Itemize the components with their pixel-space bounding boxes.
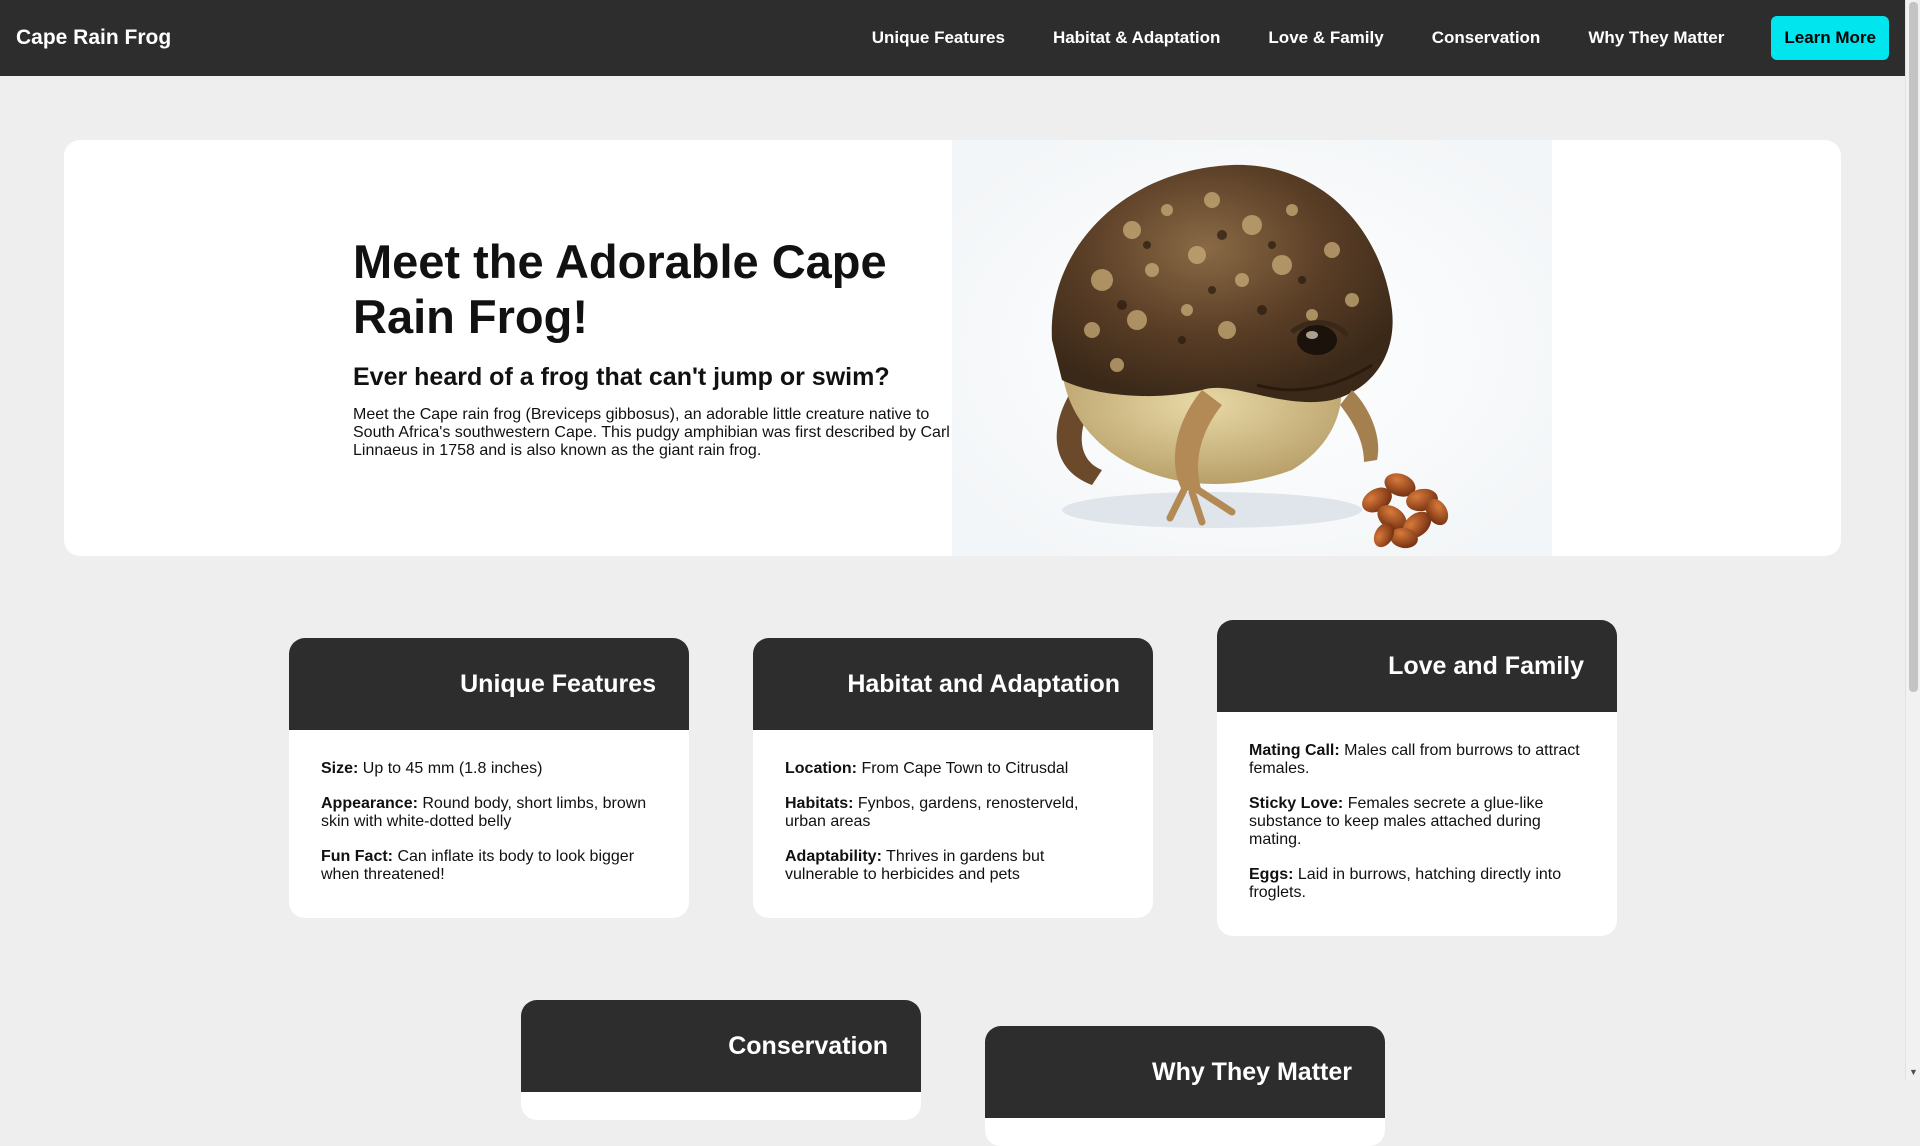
card-header: Love and Family xyxy=(1217,620,1617,712)
hero-subtitle: Ever heard of a frog that can't jump or … xyxy=(353,363,890,391)
top-navbar: Cape Rain Frog Unique Features Habitat &… xyxy=(0,0,1905,76)
cape-rain-frog-image xyxy=(952,140,1552,556)
fact-eggs: Eggs: Laid in burrows, hatching directly… xyxy=(1249,866,1562,901)
fact-fun-fact: Fun Fact: Can inflate its body to look b… xyxy=(321,848,635,883)
hero-text: Meet the Adorable Cape Rain Frog! Ever h… xyxy=(353,234,973,460)
fact-sticky-love: Sticky Love: Females secrete a glue-like… xyxy=(1249,795,1544,848)
card-title: Conservation xyxy=(728,1031,888,1060)
scroll-down-arrow-icon[interactable]: ▼ xyxy=(1908,1067,1919,1078)
page-scrollbar[interactable]: ▼ xyxy=(1905,0,1920,1080)
card-body: Mating Call: Males call from burrows to … xyxy=(1217,712,1617,929)
scrollbar-thumb[interactable] xyxy=(1909,2,1918,692)
card-body: Size: Up to 45 mm (1.8 inches) Appearanc… xyxy=(289,730,689,911)
fact-size: Size: Up to 45 mm (1.8 inches) xyxy=(321,760,543,777)
card-conservation: Conservation xyxy=(521,1000,921,1120)
fact-location: Location: From Cape Town to Citrusdal xyxy=(785,760,1069,777)
nav-link-unique-features[interactable]: Unique Features xyxy=(872,28,1005,48)
card-body: Location: From Cape Town to Citrusdal Ha… xyxy=(753,730,1153,911)
card-title: Why They Matter xyxy=(1151,1057,1352,1086)
card-habitat-adaptation: Habitat and Adaptation Location: From Ca… xyxy=(753,638,1153,918)
site-brand[interactable]: Cape Rain Frog xyxy=(16,26,171,50)
fact-mating-call: Mating Call: Males call from burrows to … xyxy=(1249,742,1580,777)
fact-appearance: Appearance: Round body, short limbs, bro… xyxy=(321,795,647,830)
hero-description: Meet the Cape rain frog (Breviceps gibbo… xyxy=(353,406,950,459)
fact-adaptability: Adaptability: Thrives in gardens but vul… xyxy=(785,848,1045,883)
card-love-family: Love and Family Mating Call: Males call … xyxy=(1217,620,1617,936)
card-header: Why They Matter xyxy=(985,1026,1385,1118)
nav-link-habitat-adaptation[interactable]: Habitat & Adaptation xyxy=(1053,28,1220,48)
card-title: Unique Features xyxy=(460,669,656,698)
hero-section: Meet the Adorable Cape Rain Frog! Ever h… xyxy=(64,140,1841,556)
fact-habitats: Habitats: Fynbos, gardens, renosterveld,… xyxy=(785,795,1079,830)
card-unique-features: Unique Features Size: Up to 45 mm (1.8 i… xyxy=(289,638,689,918)
nav-link-love-family[interactable]: Love & Family xyxy=(1268,28,1383,48)
card-header: Habitat and Adaptation xyxy=(753,638,1153,730)
card-why-they-matter: Why They Matter xyxy=(985,1026,1385,1146)
card-title: Love and Family xyxy=(1388,651,1584,680)
nav-links: Unique Features Habitat & Adaptation Lov… xyxy=(824,16,1889,60)
card-header: Unique Features xyxy=(289,638,689,730)
nav-link-conservation[interactable]: Conservation xyxy=(1432,28,1541,48)
nav-link-why-they-matter[interactable]: Why They Matter xyxy=(1588,28,1724,48)
card-title: Habitat and Adaptation xyxy=(847,669,1120,698)
card-header: Conservation xyxy=(521,1000,921,1092)
hero-title: Meet the Adorable Cape Rain Frog! xyxy=(353,235,887,343)
learn-more-button[interactable]: Learn More xyxy=(1771,16,1889,60)
